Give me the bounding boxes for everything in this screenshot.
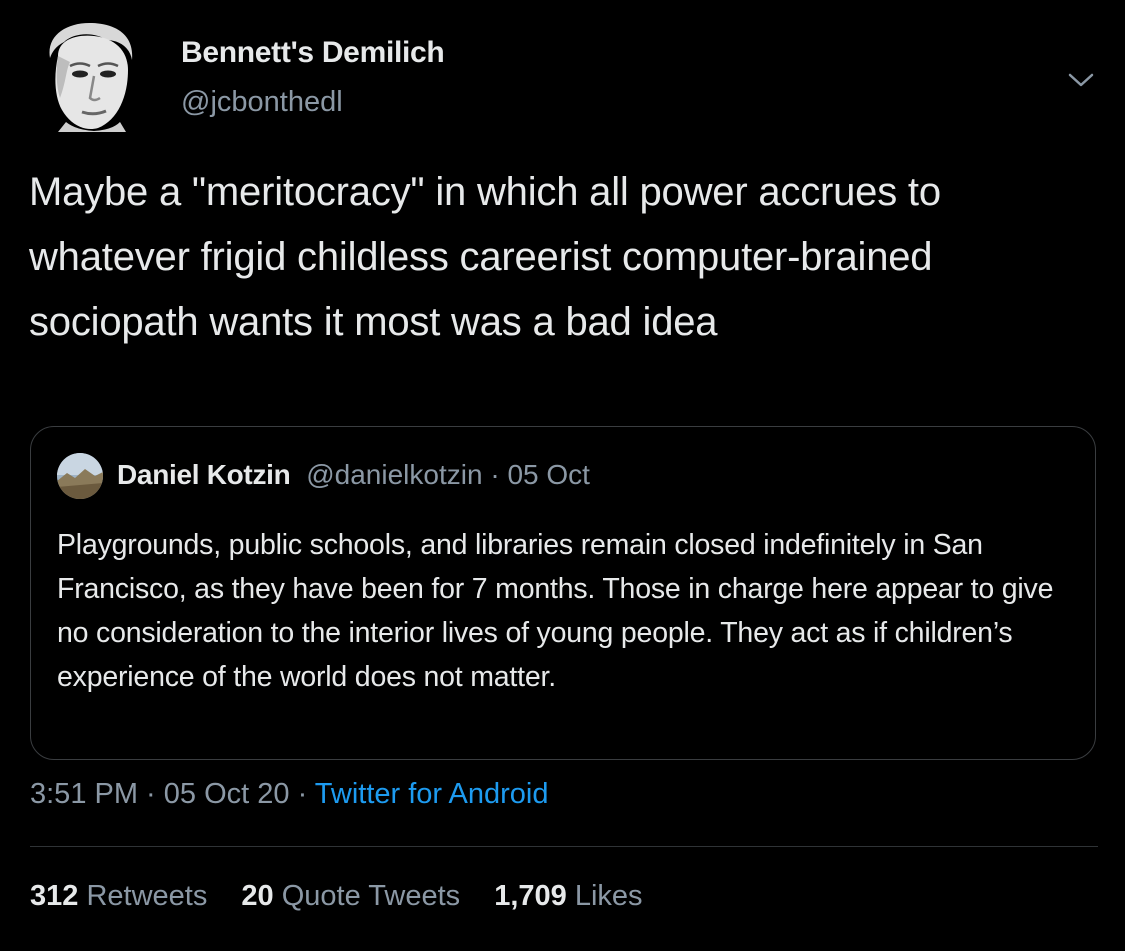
tweet-meta: 3:51 PM · 05 Oct 20 · Twitter for Androi… xyxy=(30,778,549,811)
meta-separator: · xyxy=(138,778,164,810)
retweets-label: Retweets xyxy=(86,880,208,912)
quote-tweets-stat[interactable]: 20 Quote Tweets xyxy=(241,880,460,913)
author-avatar[interactable] xyxy=(36,18,144,132)
likes-stat[interactable]: 1,709 Likes xyxy=(494,880,642,913)
landscape-avatar-icon xyxy=(57,453,103,499)
quoted-author-name: Daniel Kotzin xyxy=(117,459,291,490)
tweet-date[interactable]: 05 Oct 20 xyxy=(164,778,290,810)
quoted-author-handle: @danielkotzin xyxy=(306,459,483,490)
chevron-down-icon xyxy=(1068,73,1094,87)
quoted-tweet-text: Playgrounds, public schools, and librari… xyxy=(57,529,1054,693)
tweet-text: Maybe a "meritocracy" in which all power… xyxy=(29,170,941,344)
tweet-stats: 312 Retweets 20 Quote Tweets 1,709 Likes xyxy=(30,880,669,913)
tweet-source-link[interactable]: Twitter for Android xyxy=(315,778,549,810)
tweet-time[interactable]: 3:51 PM xyxy=(30,778,138,810)
likes-count: 1,709 xyxy=(494,880,567,912)
quoted-separator: · xyxy=(482,459,508,490)
author-handle[interactable]: @jcbonthedl xyxy=(181,86,343,119)
quoted-tweet-header: Daniel Kotzin @danielkotzin · 05 Oct xyxy=(117,459,590,491)
quoted-date: 05 Oct xyxy=(507,459,590,490)
retweets-count: 312 xyxy=(30,880,79,912)
retweets-stat[interactable]: 312 Retweets xyxy=(30,880,207,913)
divider xyxy=(30,846,1098,847)
meta-separator: · xyxy=(289,778,315,810)
quote-tweets-count: 20 xyxy=(241,880,274,912)
quoted-tweet-card[interactable]: Daniel Kotzin @danielkotzin · 05 Oct Pla… xyxy=(30,426,1096,760)
author-name[interactable]: Bennett's Demilich xyxy=(181,36,445,70)
likes-label: Likes xyxy=(574,880,643,912)
tweet-detail: Bennett's Demilich @jcbonthedl Maybe a "… xyxy=(0,0,1125,951)
quote-tweets-label: Quote Tweets xyxy=(281,880,461,912)
quoted-author-avatar xyxy=(57,453,103,499)
tweet-menu-button[interactable] xyxy=(1066,68,1096,92)
portrait-avatar-icon xyxy=(49,22,133,132)
